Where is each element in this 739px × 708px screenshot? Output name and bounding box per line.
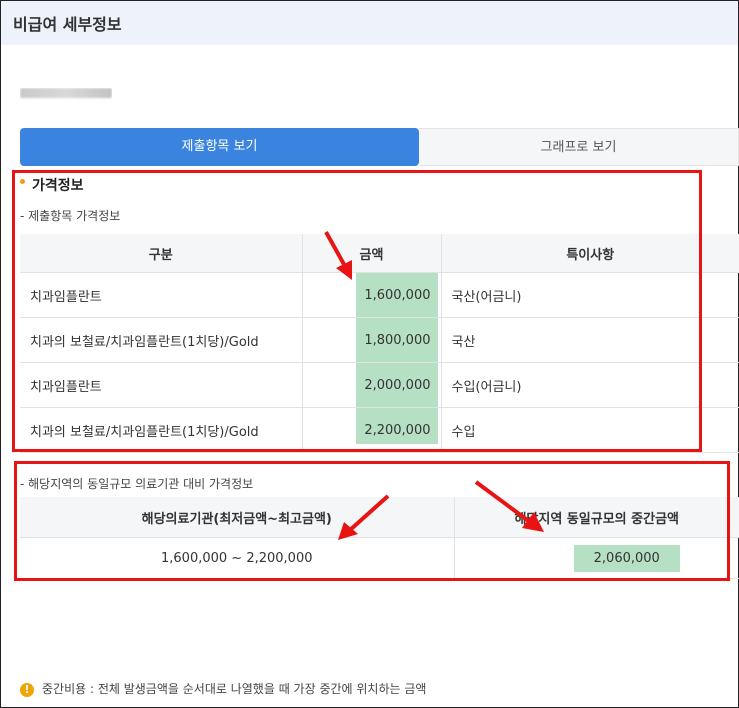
row-category: 치과의 보철료/치과임플란트(1치당)/Gold: [20, 317, 302, 363]
row-category: 치과의 보철료/치과임플란트(1치당)/Gold: [20, 407, 302, 453]
compare-table: 해당의료기관(최저금액~최고금액) 해당지역 동일규모의 중간금액 1,600,…: [20, 497, 739, 579]
view-tabs: 제출항목 보기 그래프로 보기: [20, 128, 739, 166]
row-amount: 2,000,000: [301, 362, 441, 408]
row-amount: 2,200,000: [301, 407, 441, 453]
row-note: 수입: [440, 407, 739, 453]
table-row: 치과의 보철료/치과임플란트(1치당)/Gold 2,200,000 수입: [20, 407, 739, 453]
col-header-note: 특이사항: [440, 234, 739, 273]
col-header-amount: 금액: [301, 234, 441, 273]
row-amount-text: 1,600,000: [364, 287, 431, 303]
compare-table-subtitle: - 해당지역의 동일규모 의료기관 대비 가격정보: [20, 477, 254, 491]
col-header-range: 해당의료기관(최저금액~최고금액): [20, 497, 454, 538]
table-header-row: 구분 금액 특이사항: [20, 234, 739, 273]
dialog-header: 비급여 세부정보: [1, 1, 738, 45]
footer-note: ! 중간비용 : 전체 발생금액을 순서대로 나열했을 때 가장 중간에 위치하는…: [20, 680, 426, 697]
col-header-median: 해당지역 동일규모의 중간금액: [453, 497, 739, 538]
median-cell: 2,060,000: [453, 537, 739, 579]
bullet-icon: [20, 179, 25, 184]
table-row: 치과의 보철료/치과임플란트(1치당)/Gold 1,800,000 국산: [20, 317, 739, 363]
row-note: 국산: [440, 317, 739, 363]
warning-icon: !: [20, 682, 34, 697]
col-header-category: 구분: [20, 234, 302, 273]
table-header-row: 해당의료기관(최저금액~최고금액) 해당지역 동일규모의 중간금액: [20, 497, 739, 538]
price-table-subtitle: - 제출항목 가격정보: [20, 209, 121, 223]
hospital-name-redacted: [20, 88, 112, 104]
dialog-title: 비급여 세부정보: [13, 15, 122, 34]
median-value: 2,060,000: [573, 544, 680, 572]
row-category: 치과임플란트: [20, 272, 302, 318]
table-row: 치과임플란트 1,600,000 국산(어금니): [20, 272, 739, 318]
table-row: 1,600,000 ~ 2,200,000 2,060,000: [20, 537, 739, 579]
row-amount: 1,800,000: [301, 317, 441, 363]
section-title-text: 가격정보: [32, 178, 84, 194]
row-category: 치과임플란트: [20, 362, 302, 408]
tab-graph-view[interactable]: 그래프로 보기: [419, 128, 739, 166]
redaction-blur: [20, 88, 112, 98]
price-table: 구분 금액 특이사항 치과임플란트 1,600,000 국산(어금니) 치과의 …: [20, 234, 739, 453]
row-amount-text: 2,000,000: [364, 377, 431, 393]
footer-note-text: 중간비용 : 전체 발생금액을 순서대로 나열했을 때 가장 중간에 위치하는 …: [42, 682, 427, 696]
row-amount-text: 2,200,000: [364, 422, 431, 438]
row-amount: 1,600,000: [301, 272, 441, 318]
row-note: 수입(어금니): [440, 362, 739, 408]
row-amount-text: 1,800,000: [364, 332, 431, 348]
row-note: 국산(어금니): [440, 272, 739, 318]
section-title: 가격정보: [32, 175, 84, 195]
table-row: 치과임플란트 2,000,000 수입(어금니): [20, 362, 739, 408]
price-range-value: 1,600,000 ~ 2,200,000: [20, 537, 454, 579]
tab-submitted-items[interactable]: 제출항목 보기: [20, 128, 419, 166]
